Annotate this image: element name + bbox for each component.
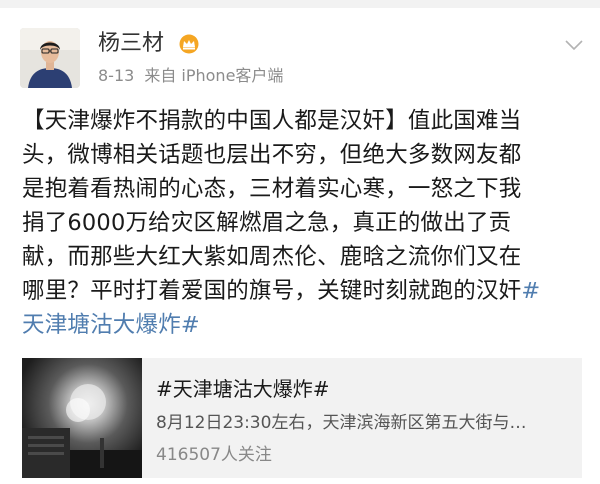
username[interactable]: 杨三材 xyxy=(98,30,164,58)
crown-vip-icon[interactable] xyxy=(178,34,200,54)
post-text-line: 捐了6000万给灾区解燃眉之急，真正的做出了贡 xyxy=(22,210,512,236)
post-text-line: 是抱着看热闹的心态，三材着实心寒，一怒之下我 xyxy=(22,176,522,202)
post-text-line: 头，微博相关话题也层出不穷，但绝大多数网友都 xyxy=(22,142,522,168)
hashtag-link-start[interactable]: # xyxy=(521,278,540,304)
post-text-line: 献，而那些大红大紫如周杰伦、鹿晗之流你们又在 xyxy=(22,244,522,270)
top-divider xyxy=(0,0,600,8)
topic-link-card[interactable]: #天津塘沽大爆炸# 8月12日23:30左右，天津滨海新区第五大街与… 4165… xyxy=(22,358,582,478)
topic-followers: 416507人关注 xyxy=(156,445,272,465)
avatar-photo xyxy=(20,28,80,88)
post-meta: 8-13 来自 iPhone客户端 xyxy=(98,66,283,86)
chevron-down-icon[interactable] xyxy=(564,38,584,52)
post-text: 【天津爆炸不捐款的中国人都是汉奸】值此国难当 头，微博相关话题也层出不穷，但绝大… xyxy=(22,104,582,342)
post-text-segment: 哪里？平时打着爱国的旗号，关键时刻就跑的汉奸 xyxy=(22,278,522,304)
avatar[interactable] xyxy=(20,28,80,88)
post-text-line: 哪里？平时打着爱国的旗号，关键时刻就跑的汉奸# xyxy=(22,274,582,308)
post-text-line: 【天津爆炸不捐款的中国人都是汉奸】值此国难当 xyxy=(22,108,522,134)
topic-title: #天津塘沽大爆炸# xyxy=(156,377,330,401)
topic-thumbnail xyxy=(22,358,142,478)
topic-description: 8月12日23:30左右，天津滨海新区第五大街与… xyxy=(156,413,527,433)
post-time[interactable]: 8-13 xyxy=(98,66,134,85)
hashtag-link[interactable]: 天津塘沽大爆炸# xyxy=(22,308,582,342)
post-header: 杨三材 8-13 来自 iPhone客户端 xyxy=(20,28,583,92)
weibo-post-card: 杨三材 8-13 来自 iPhone客户端 【天津爆炸不捐款的中国人都是汉奸】值此… xyxy=(0,8,600,484)
post-source: 来自 iPhone客户端 xyxy=(144,66,284,85)
explosion-photo xyxy=(22,358,142,478)
